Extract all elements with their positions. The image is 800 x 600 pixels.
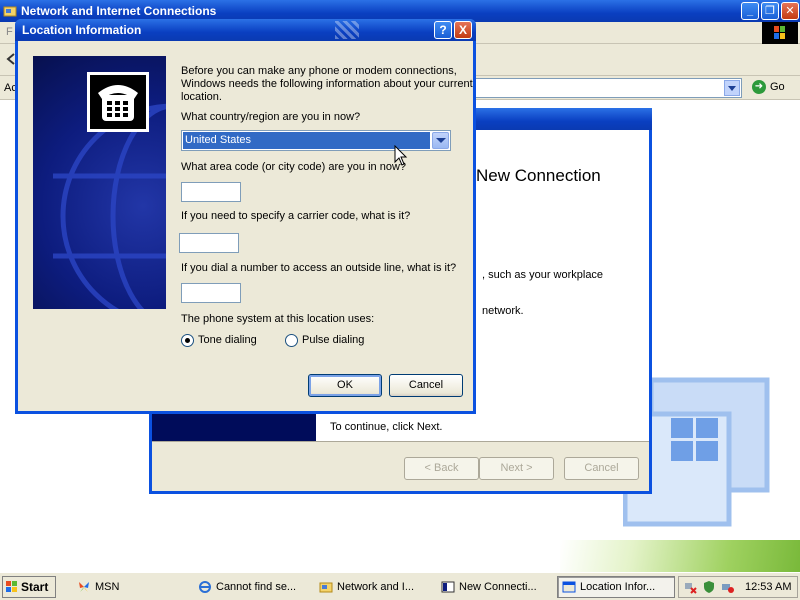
dialog-side-panel bbox=[33, 56, 166, 309]
taskbar-item-label: Cannot find se... bbox=[216, 581, 297, 593]
country-select[interactable]: United States bbox=[181, 130, 451, 151]
dialog-close-button[interactable]: X bbox=[454, 21, 472, 39]
cancel-button[interactable]: Cancel bbox=[389, 374, 463, 397]
start-label: Start bbox=[21, 580, 49, 594]
taskbar: Start MSN Cannot find se... Network and … bbox=[0, 572, 800, 600]
close-button[interactable]: ✕ bbox=[781, 2, 799, 20]
taskbar-item-cannot-find[interactable]: Cannot find se... bbox=[193, 576, 305, 598]
system-tray: 12:53 AM bbox=[678, 576, 798, 598]
network-disconnected-icon[interactable] bbox=[683, 580, 697, 594]
outside-line-question: If you dial a number to access an outsid… bbox=[181, 262, 457, 274]
wizard-text-workplace: , such as your workplace bbox=[482, 269, 604, 281]
chevron-down-icon[interactable] bbox=[432, 132, 449, 149]
area-code-question: What area code (or city code) are you in… bbox=[181, 161, 407, 173]
area-code-input[interactable] bbox=[181, 182, 241, 202]
mouse-cursor-icon bbox=[394, 145, 408, 166]
location-information-dialog: Location Information ? X Before you can … bbox=[15, 19, 476, 414]
window-title: Network and Internet Connections bbox=[21, 4, 217, 18]
phone-system-label: The phone system at this location uses: bbox=[181, 313, 375, 325]
taskbar-item-network[interactable]: Network and I... bbox=[314, 576, 426, 598]
go-arrow-icon: ➜ bbox=[752, 80, 766, 94]
taskbar-item-msn[interactable]: MSN bbox=[72, 576, 182, 598]
wizard-divider bbox=[152, 441, 649, 442]
ok-button[interactable]: OK bbox=[308, 374, 382, 397]
windows-flag-logo bbox=[762, 22, 798, 44]
radio-button[interactable] bbox=[181, 334, 194, 347]
pulse-dialing-label[interactable]: Pulse dialing bbox=[302, 334, 364, 347]
ie-icon bbox=[199, 581, 211, 593]
security-center-icon[interactable] bbox=[702, 580, 716, 594]
titlebar-texture bbox=[335, 21, 359, 39]
green-hill-wallpaper bbox=[560, 540, 800, 572]
help-button[interactable]: ? bbox=[434, 21, 452, 39]
clock: 12:53 AM bbox=[745, 581, 792, 593]
taskbar-item-new-connection[interactable]: New Connecti... bbox=[436, 576, 548, 598]
intro-line-3: location. bbox=[181, 91, 222, 103]
wizard-text-network: network. bbox=[482, 305, 524, 317]
address-field[interactable] bbox=[470, 78, 742, 98]
network-alert-icon[interactable] bbox=[721, 580, 735, 594]
go-button[interactable]: ➜ Go bbox=[752, 80, 785, 94]
restore-button[interactable]: ❐ bbox=[761, 2, 779, 20]
telephone-icon bbox=[87, 72, 149, 132]
intro-line-2: Windows needs the following information … bbox=[181, 78, 473, 90]
carrier-code-input[interactable] bbox=[179, 233, 239, 253]
dialog-title: Location Information bbox=[22, 23, 142, 37]
radio-selected-dot bbox=[185, 338, 190, 343]
taskbar-item-label: Location Infor... bbox=[580, 581, 656, 593]
tone-dialing-label[interactable]: Tone dialing bbox=[198, 334, 257, 347]
intro-text: Before you can make any phone or modem c… bbox=[181, 65, 473, 104]
back-button[interactable]: < Back bbox=[404, 457, 479, 480]
wizard-heading: New Connection bbox=[476, 166, 601, 185]
taskbar-item-label: MSN bbox=[95, 581, 120, 593]
dialog-icon bbox=[562, 581, 576, 593]
next-button[interactable]: Next > bbox=[479, 457, 554, 480]
wizard-cancel-button[interactable]: Cancel bbox=[564, 457, 639, 480]
wizard-text-continue: To continue, click Next. bbox=[330, 421, 443, 433]
network-folder-icon bbox=[319, 582, 333, 593]
dialog-titlebar[interactable]: Location Information ? X bbox=[15, 19, 476, 41]
msn-butterfly-icon bbox=[79, 582, 89, 592]
taskbar-item-label: New Connecti... bbox=[459, 581, 537, 593]
intro-line-1: Before you can make any phone or modem c… bbox=[181, 65, 457, 77]
radio-button[interactable] bbox=[285, 334, 298, 347]
menu-file[interactable]: F bbox=[6, 26, 13, 38]
country-question: What country/region are you in now? bbox=[181, 111, 361, 123]
go-label: Go bbox=[770, 80, 785, 93]
carrier-code-question: If you need to specify a carrier code, w… bbox=[181, 210, 411, 222]
minimize-button[interactable]: _ bbox=[741, 2, 759, 20]
taskbar-item-label: Network and I... bbox=[337, 581, 415, 593]
start-button[interactable]: Start bbox=[2, 576, 56, 598]
outside-line-input[interactable] bbox=[181, 283, 241, 303]
network-folder-icon bbox=[3, 6, 17, 17]
country-selected-value: United States bbox=[183, 132, 430, 149]
windows-logo-icon bbox=[6, 581, 17, 592]
address-dropdown-button[interactable] bbox=[724, 80, 740, 96]
wizard-icon bbox=[441, 581, 455, 593]
taskbar-item-location-info[interactable]: Location Infor... bbox=[557, 576, 675, 598]
